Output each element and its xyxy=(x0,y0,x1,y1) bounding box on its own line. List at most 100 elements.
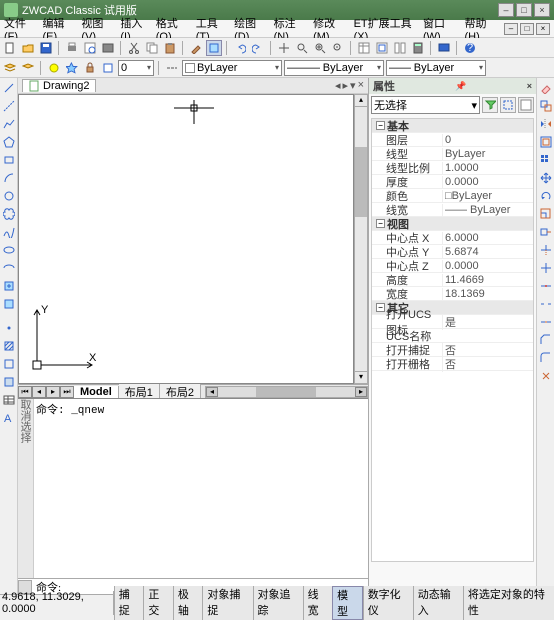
maximize-button[interactable]: □ xyxy=(516,3,532,17)
toggle-pickadd-button[interactable] xyxy=(518,97,534,113)
layer-previous-button[interactable] xyxy=(20,60,36,76)
status-toggle-9[interactable]: 将选定对象的特性 xyxy=(463,586,554,620)
properties-grid[interactable]: −基本图层0线型ByLayer线型比例1.0000厚度0.0000颜色□ByLa… xyxy=(371,118,534,562)
table-button[interactable] xyxy=(1,392,17,408)
select-objects-button[interactable] xyxy=(500,97,516,113)
layer-state-4-icon[interactable] xyxy=(100,60,116,76)
new-button[interactable] xyxy=(2,40,18,56)
tab-last-button[interactable]: ⏭ xyxy=(60,386,74,398)
mtext-button[interactable]: A xyxy=(1,410,17,426)
status-toggle-1[interactable]: 正交 xyxy=(143,586,173,620)
tab-prev-button[interactable]: ◂ xyxy=(335,79,341,92)
break-button[interactable] xyxy=(538,296,554,312)
rectangle-button[interactable] xyxy=(1,152,17,168)
lineweight-combo[interactable]: —— ByLayer▾ xyxy=(386,60,486,76)
explode-button[interactable] xyxy=(538,368,554,384)
status-toggle-2[interactable]: 极轴 xyxy=(173,586,203,620)
region-button[interactable] xyxy=(1,374,17,390)
match-properties-button[interactable] xyxy=(188,40,204,56)
redo-button[interactable] xyxy=(250,40,266,56)
zoom-window-button[interactable] xyxy=(312,40,328,56)
point-button[interactable] xyxy=(1,320,17,336)
zoom-realtime-button[interactable] xyxy=(294,40,310,56)
copy-button[interactable] xyxy=(144,40,160,56)
tool-palettes-button[interactable] xyxy=(392,40,408,56)
status-toggle-8[interactable]: 动态输入 xyxy=(413,586,463,620)
linetype-manager-button[interactable] xyxy=(164,60,180,76)
publish-button[interactable] xyxy=(100,40,116,56)
extend-button[interactable] xyxy=(538,260,554,276)
selection-combo[interactable]: 无选择▾ xyxy=(371,96,480,114)
status-toggle-4[interactable]: 对象追踪 xyxy=(253,586,303,620)
cut-button[interactable] xyxy=(126,40,142,56)
status-toggle-7[interactable]: 数字化仪 xyxy=(363,586,413,620)
revision-cloud-button[interactable] xyxy=(1,206,17,222)
block-editor-button[interactable] xyxy=(206,40,222,56)
color-combo[interactable]: ByLayer▾ xyxy=(182,60,282,76)
rotate-button[interactable] xyxy=(538,188,554,204)
close-button[interactable]: × xyxy=(534,3,550,17)
stretch-button[interactable] xyxy=(538,224,554,240)
ellipse-arc-button[interactable] xyxy=(1,260,17,276)
move-button[interactable] xyxy=(538,170,554,186)
circle-button[interactable] xyxy=(1,188,17,204)
ellipse-button[interactable] xyxy=(1,242,17,258)
property-row[interactable]: 打开栅格否 xyxy=(372,357,533,371)
copy-object-button[interactable] xyxy=(538,98,554,114)
trim-button[interactable] xyxy=(538,242,554,258)
fillet-button[interactable] xyxy=(538,350,554,366)
insert-block-button[interactable] xyxy=(1,278,17,294)
minimize-button[interactable]: – xyxy=(498,3,514,17)
tab-list-button[interactable]: ▾ xyxy=(350,79,356,92)
make-block-button[interactable] xyxy=(1,296,17,312)
polyline-button[interactable] xyxy=(1,116,17,132)
layer-name-combo[interactable]: 0▾ xyxy=(118,60,154,76)
scale-button[interactable] xyxy=(538,206,554,222)
layer-state-2-icon[interactable] xyxy=(64,60,80,76)
properties-pin-button[interactable]: 📌 xyxy=(455,81,466,92)
layer-state-1-icon[interactable] xyxy=(46,60,62,76)
gradient-button[interactable] xyxy=(1,356,17,372)
offset-button[interactable] xyxy=(538,134,554,150)
erase-button[interactable] xyxy=(538,80,554,96)
chamfer-button[interactable] xyxy=(538,332,554,348)
status-toggle-5[interactable]: 线宽 xyxy=(303,586,333,620)
line-button[interactable] xyxy=(1,80,17,96)
design-center-button[interactable] xyxy=(374,40,390,56)
save-button[interactable] xyxy=(38,40,54,56)
mirror-button[interactable] xyxy=(538,116,554,132)
break-at-point-button[interactable] xyxy=(538,278,554,294)
open-button[interactable] xyxy=(20,40,36,56)
undo-button[interactable] xyxy=(232,40,248,56)
layer-state-3-icon[interactable] xyxy=(82,60,98,76)
hatch-button[interactable] xyxy=(1,338,17,354)
help-button[interactable]: ? xyxy=(462,40,478,56)
model-tab[interactable]: Model xyxy=(74,386,119,398)
tab-first-button[interactable]: ⏮ xyxy=(18,386,32,398)
mdi-close-button[interactable]: × xyxy=(536,23,550,35)
print-preview-button[interactable] xyxy=(82,40,98,56)
tab-close-button[interactable]: × xyxy=(358,79,364,92)
quick-select-button[interactable] xyxy=(482,97,498,113)
properties-close-button[interactable]: × xyxy=(527,81,532,91)
layer-manager-button[interactable] xyxy=(2,60,18,76)
construction-line-button[interactable] xyxy=(1,98,17,114)
pan-button[interactable] xyxy=(276,40,292,56)
tab-next-button[interactable]: ▸ xyxy=(343,79,349,92)
document-tab[interactable]: Drawing2 xyxy=(22,79,96,92)
polygon-button[interactable] xyxy=(1,134,17,150)
clean-screen-button[interactable] xyxy=(436,40,452,56)
status-toggle-6[interactable]: 模型 xyxy=(332,586,363,620)
linetype-combo[interactable]: ——— ByLayer▾ xyxy=(284,60,384,76)
arc-button[interactable] xyxy=(1,170,17,186)
mdi-restore-button[interactable]: □ xyxy=(520,23,534,35)
tab-prev2-button[interactable]: ◂ xyxy=(32,386,46,398)
drawing-canvas[interactable]: Y X xyxy=(18,94,354,384)
canvas-vscrollbar[interactable]: ▴ ▾ xyxy=(354,94,368,384)
print-button[interactable] xyxy=(64,40,80,56)
calculator-button[interactable] xyxy=(410,40,426,56)
mdi-minimize-button[interactable]: – xyxy=(504,23,518,35)
join-button[interactable] xyxy=(538,314,554,330)
status-toggle-3[interactable]: 对象捕捉 xyxy=(202,586,252,620)
canvas-hscrollbar[interactable]: ◂▸ xyxy=(205,386,368,398)
